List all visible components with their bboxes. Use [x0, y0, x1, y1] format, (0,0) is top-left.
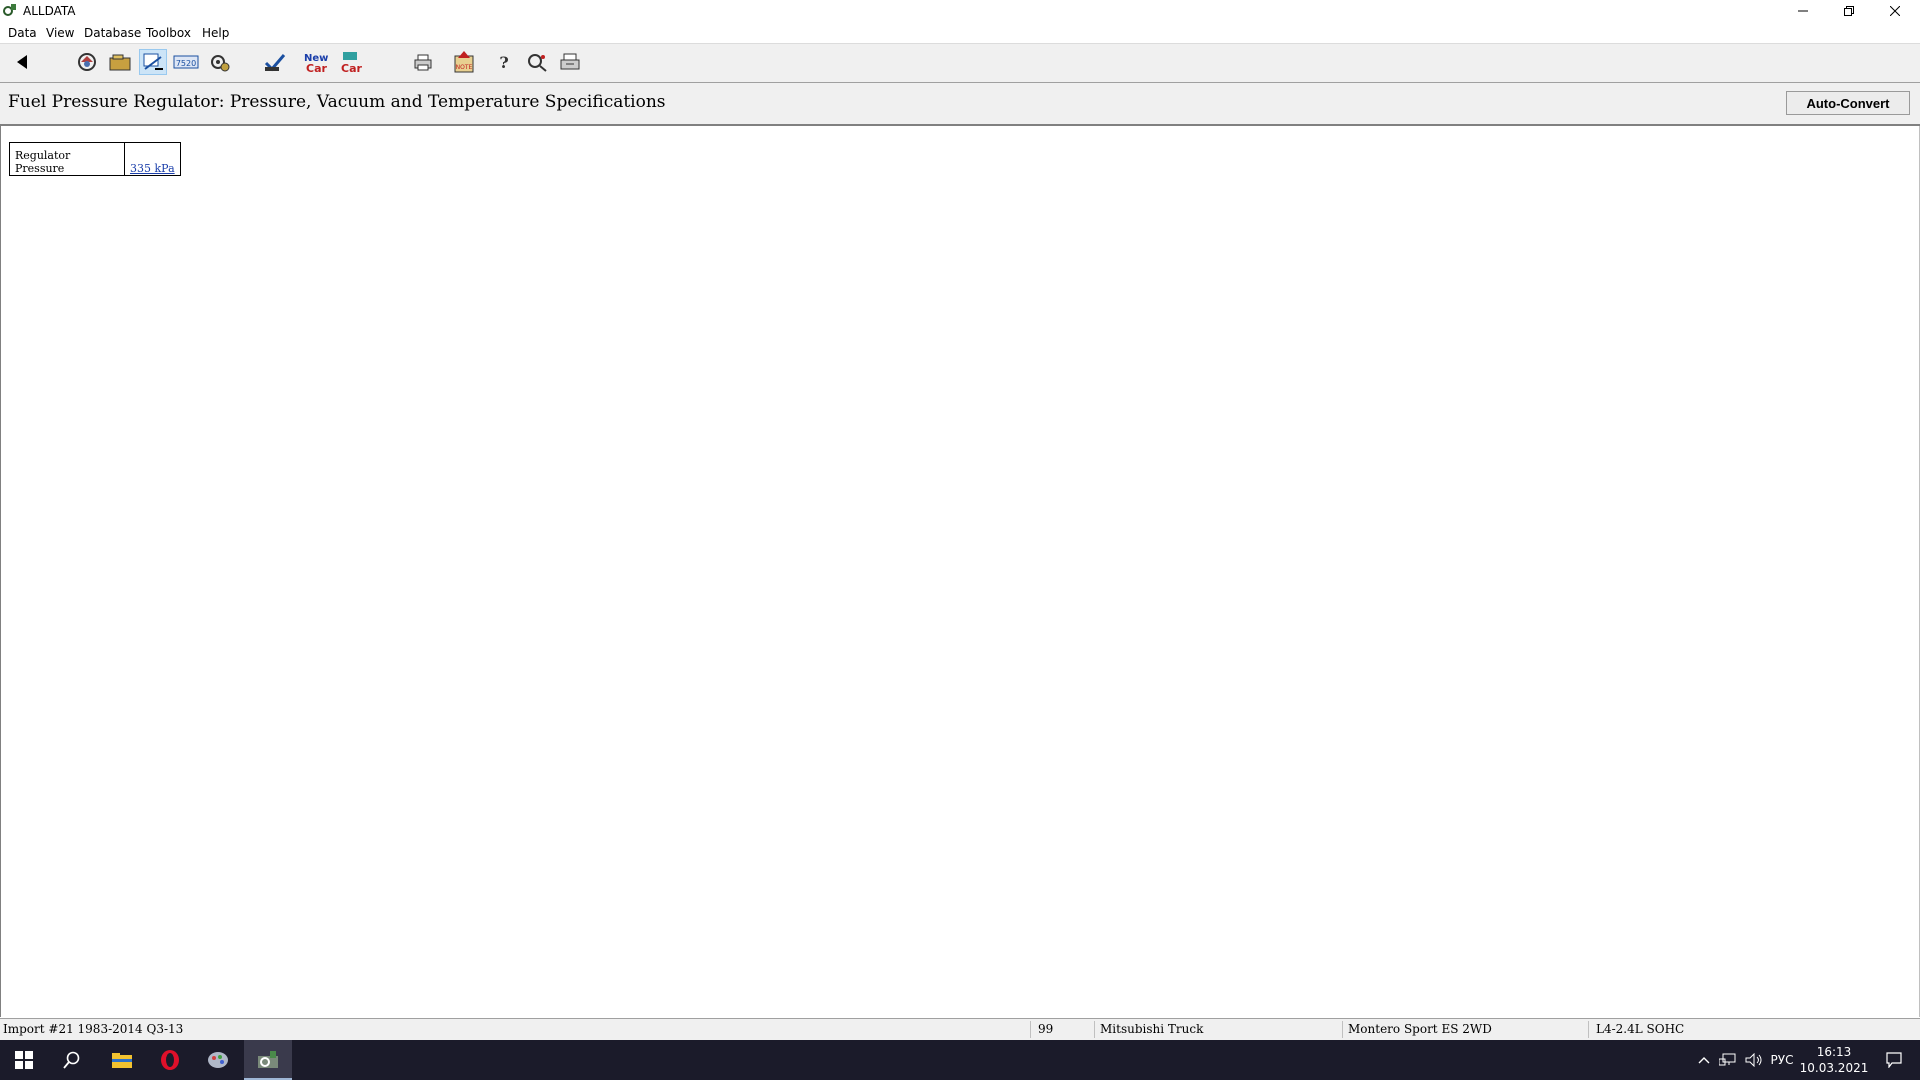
back-button[interactable]	[8, 49, 36, 75]
component-locator-button[interactable]	[73, 49, 101, 75]
close-button[interactable]	[1872, 0, 1918, 22]
speaker-icon	[1745, 1053, 1762, 1067]
window-title: ALLDATA	[23, 4, 76, 18]
taskbar-file-explorer[interactable]	[98, 1040, 146, 1080]
taskbar: РУС 16:13 10.03.2021	[0, 1040, 1920, 1080]
status-database: Import #21 1983-2014 Q3-13	[3, 1022, 184, 1036]
clock-date: 10.03.2021	[1799, 1061, 1869, 1075]
svg-text:NOTE: NOTE	[456, 64, 473, 71]
restore-button[interactable]	[1826, 0, 1872, 22]
spec-label: Regulator Pressure	[9, 142, 125, 176]
search-icon	[528, 54, 547, 72]
tray-language[interactable]: РУС	[1768, 1040, 1796, 1080]
status-bar: Import #21 1983-2014 Q3-13 99 Mitsubishi…	[0, 1018, 1920, 1041]
windows-start-icon	[15, 1051, 33, 1069]
new-car-icon: NewCar	[304, 53, 328, 74]
svg-text:7520: 7520	[176, 59, 196, 68]
menu-database[interactable]: Database	[84, 26, 141, 40]
minimize-button[interactable]	[1780, 0, 1826, 22]
status-divider	[1030, 1021, 1031, 1038]
labor-guide-button[interactable]: 7520	[172, 49, 200, 75]
table-row: Regulator Pressure 335 kPa	[9, 142, 181, 176]
app-icon	[208, 1052, 228, 1068]
alldata-logo-icon	[3, 4, 16, 16]
note-button[interactable]: NOTE	[450, 49, 478, 75]
print-icon	[414, 54, 432, 71]
taskbar-search-button[interactable]	[48, 1040, 96, 1080]
notification-icon	[1886, 1052, 1902, 1068]
svg-text:Car: Car	[341, 62, 362, 74]
page-title: Fuel Pressure Regulator: Pressure, Vacuu…	[8, 92, 666, 112]
engine-icon	[211, 55, 230, 72]
notifications-button[interactable]	[1874, 1040, 1914, 1080]
new-car-2-button[interactable]: Car	[336, 49, 364, 75]
search-icon	[63, 1051, 80, 1069]
menu-toolbox[interactable]: Toolbox	[146, 26, 191, 40]
labor-guide-icon: 7520	[173, 55, 199, 69]
folder-icon	[109, 54, 131, 71]
svg-text:Car: Car	[306, 62, 327, 74]
help-icon: ?	[499, 53, 508, 72]
tray-volume[interactable]	[1742, 1040, 1766, 1080]
menu-data[interactable]: Data	[8, 26, 37, 40]
spec-value-cell: 335 kPa	[124, 142, 181, 176]
print-button[interactable]	[409, 49, 437, 75]
menu-bar: Data View Database Toolbox Help	[0, 22, 1920, 44]
network-icon	[1719, 1053, 1736, 1066]
engine-button[interactable]	[205, 49, 233, 75]
search-button[interactable]	[523, 49, 551, 75]
print-preview-button[interactable]	[556, 49, 584, 75]
folder-button[interactable]	[106, 49, 134, 75]
status-make: Mitsubishi Truck	[1100, 1022, 1204, 1036]
start-button[interactable]	[0, 1040, 48, 1080]
status-divider	[1094, 1021, 1095, 1038]
specifications-button[interactable]	[139, 49, 167, 75]
content-pane: Regulator Pressure 335 kPa	[0, 126, 1920, 1017]
status-model: Montero Sport ES 2WD	[1348, 1022, 1492, 1036]
status-divider	[1588, 1021, 1589, 1038]
spec-value-link[interactable]: 335 kPa	[130, 162, 175, 175]
tray-clock[interactable]: 16:13 10.03.2021	[1796, 1044, 1872, 1076]
spec-table: Regulator Pressure 335 kPa	[9, 142, 181, 176]
svg-text:?: ?	[499, 53, 508, 72]
tsb-icon	[264, 54, 286, 72]
opera-icon	[161, 1050, 179, 1070]
new-car-2-icon: Car	[341, 52, 362, 74]
taskbar-alldata[interactable]	[244, 1040, 292, 1080]
clock-time: 16:13	[1816, 1045, 1852, 1059]
title-bar: ALLDATA	[0, 0, 1920, 22]
note-icon: NOTE	[454, 51, 474, 73]
status-year: 99	[1038, 1022, 1054, 1036]
status-engine: L4-2.4L SOHC	[1596, 1022, 1685, 1036]
taskbar-app[interactable]	[194, 1040, 242, 1080]
menu-view[interactable]: View	[46, 26, 74, 40]
status-divider	[1342, 1021, 1343, 1038]
alldata-icon	[258, 1051, 278, 1068]
menu-help[interactable]: Help	[202, 26, 229, 40]
auto-convert-button[interactable]: Auto-Convert	[1786, 91, 1910, 115]
help-button[interactable]: ?	[490, 49, 518, 75]
file-explorer-icon	[112, 1053, 132, 1068]
tsb-button[interactable]	[261, 49, 289, 75]
close-icon	[1890, 6, 1900, 16]
chevron-up-icon	[1698, 1057, 1710, 1064]
restore-icon	[1844, 6, 1854, 16]
tray-overflow-button[interactable]	[1694, 1040, 1714, 1080]
specifications-icon	[143, 53, 163, 70]
print-preview-icon	[560, 53, 580, 70]
tray-network[interactable]	[1716, 1040, 1740, 1080]
taskbar-opera[interactable]	[146, 1040, 194, 1080]
component-locator-icon	[78, 53, 96, 71]
toolbar: 7520 New Car Car NOTE ?	[0, 44, 1920, 83]
page-header: Fuel Pressure Regulator: Pressure, Vacuu…	[0, 83, 1920, 126]
new-car-button[interactable]: New Car	[301, 49, 329, 75]
minimize-icon	[1798, 10, 1808, 12]
back-arrow-icon	[17, 55, 27, 69]
